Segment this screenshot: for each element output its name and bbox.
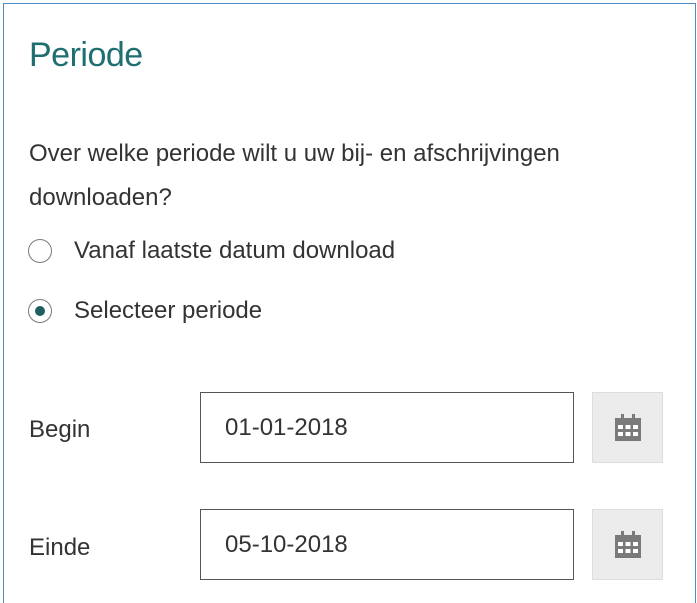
radio-option-select-period[interactable]: Selecteer periode xyxy=(28,294,262,328)
radio-option-label: Vanaf laatste datum download xyxy=(74,237,396,264)
radio-option-since-last-download[interactable]: Vanaf laatste datum download xyxy=(28,234,395,268)
einde-label: Einde xyxy=(29,534,91,561)
calendar-icon xyxy=(614,530,641,558)
einde-calendar-button[interactable] xyxy=(592,509,663,580)
radio-button-unchecked[interactable] xyxy=(28,239,52,263)
radio-button-checked[interactable] xyxy=(28,299,52,323)
radio-option-label: Selecteer periode xyxy=(74,297,263,324)
question-text: Over welke periode wilt u uw bij- en afs… xyxy=(29,140,560,211)
begin-date-input[interactable] xyxy=(200,392,574,463)
section-title: Periode xyxy=(29,36,143,74)
begin-calendar-button[interactable] xyxy=(592,392,663,463)
period-panel: Periode Over welke periode wilt u uw bij… xyxy=(3,3,696,603)
calendar-icon xyxy=(614,413,641,441)
einde-date-input[interactable] xyxy=(200,509,574,580)
begin-label: Begin xyxy=(29,416,91,443)
